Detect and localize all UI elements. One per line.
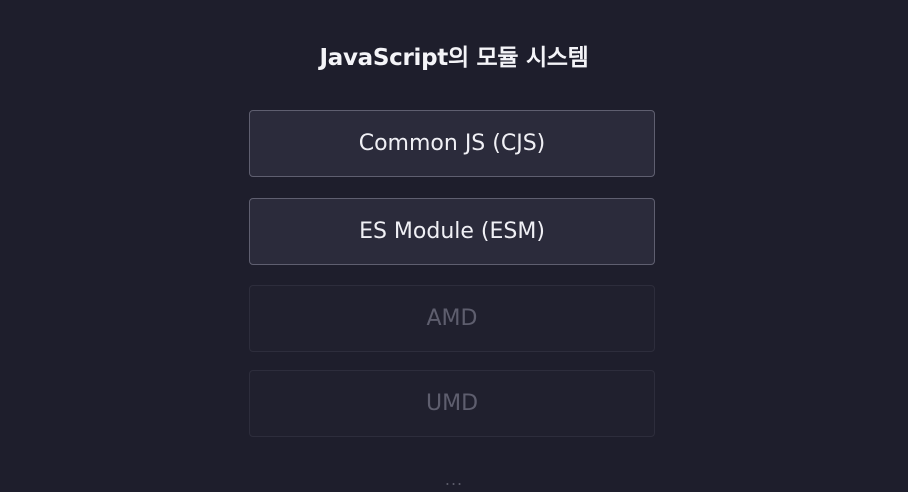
module-label-umd: UMD xyxy=(425,391,479,416)
diagram-title: JavaScript의 모듈 시스템 xyxy=(319,45,589,71)
module-box-esm: ES Module (ESM) xyxy=(249,198,655,265)
module-label-cjs: Common JS (CJS) xyxy=(358,131,546,156)
module-box-umd: UMD xyxy=(249,370,655,437)
module-box-cjs: Common JS (CJS) xyxy=(249,110,655,177)
more-ellipsis: ... xyxy=(444,470,464,489)
module-label-esm: ES Module (ESM) xyxy=(359,219,545,244)
module-label-amd: AMD xyxy=(426,306,478,331)
module-box-amd: AMD xyxy=(249,285,655,352)
